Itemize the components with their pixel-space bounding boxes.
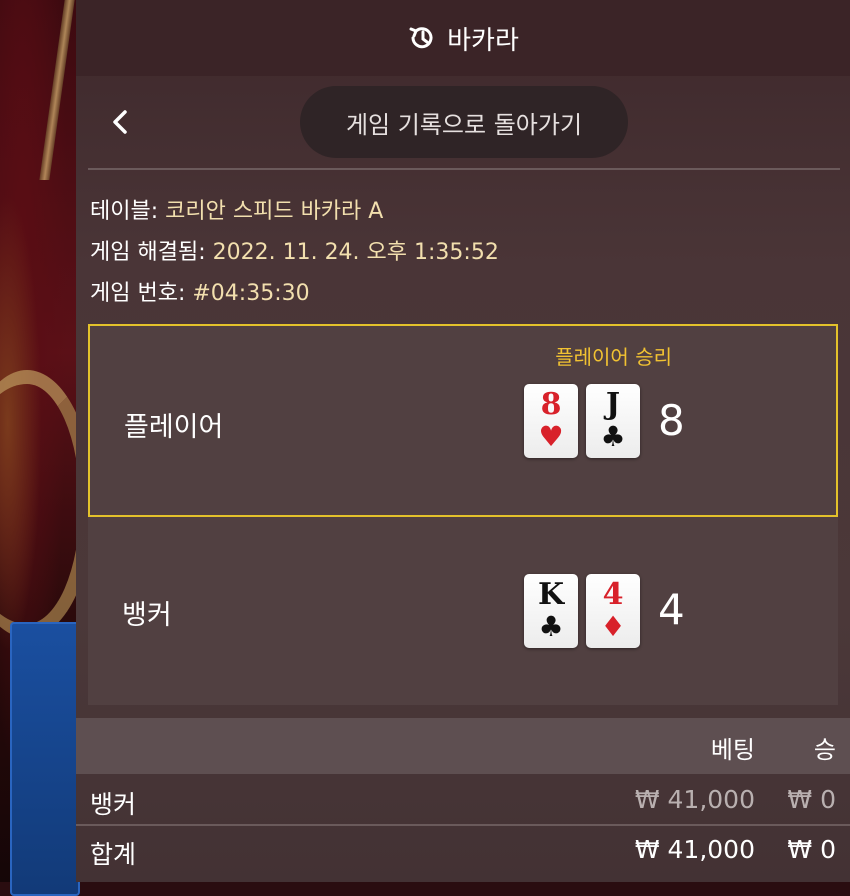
player-label: 플레이어	[124, 412, 224, 443]
chevron-left-icon[interactable]	[106, 108, 134, 136]
back-to-history-button[interactable]: 게임 기록으로 돌아가기	[300, 86, 628, 158]
resolved-label: 게임 해결됨:	[90, 240, 206, 265]
table-label: 테이블:	[90, 199, 159, 224]
player-card-2: J ♣	[586, 384, 640, 458]
bet-row-amount: ₩ 41,000	[634, 785, 755, 814]
game-number-info: 게임 번호: #04:35:30	[90, 275, 310, 307]
player-win-label: 플레이어 승리	[555, 345, 672, 369]
header-title-group: 바카라	[407, 20, 519, 57]
player-hand-box: 플레이어 승리 플레이어 8 ♥ J ♣ 8	[88, 324, 838, 517]
back-row: 게임 기록으로 돌아가기	[76, 76, 850, 170]
blue-panel-decoration	[10, 622, 80, 896]
casino-background	[0, 0, 94, 896]
game-number-value: #04:35:30	[192, 281, 310, 306]
banker-hand-box: 뱅커 K ♣ 4 ♦ 4	[88, 517, 838, 705]
player-score: 8	[658, 396, 685, 445]
divider	[88, 168, 840, 170]
resolved-info: 게임 해결됨: 2022. 11. 24. 오후 1:35:52	[90, 234, 499, 266]
game-history-panel: 바카라 게임 기록으로 돌아가기 테이블: 코리안 스피드 바카라 A 게임 해…	[76, 0, 850, 882]
bets-table-header: 베팅 승	[76, 718, 850, 774]
card-rank: J	[605, 387, 621, 422]
bet-column-header: 베팅	[710, 736, 755, 764]
resolved-value: 2022. 11. 24. 오후 1:35:52	[212, 240, 499, 265]
bet-row-label: 뱅커	[90, 790, 137, 819]
total-label: 합계	[90, 840, 137, 869]
club-icon: ♣	[538, 610, 564, 643]
table-value: 코리안 스피드 바카라 A	[165, 199, 384, 224]
table-rail	[39, 0, 75, 180]
win-column-header: 승	[813, 736, 836, 764]
table-row: 뱅커 ₩ 41,000 ₩ 0	[76, 776, 850, 826]
club-icon: ♣	[600, 420, 626, 453]
page-title: 바카라	[447, 25, 519, 56]
player-card-1: 8 ♥	[524, 384, 578, 458]
game-number-label: 게임 번호:	[90, 281, 186, 306]
diamond-icon: ♦	[600, 610, 626, 643]
total-win-amount: ₩ 0	[787, 835, 836, 864]
history-icon	[407, 23, 437, 53]
total-row: 합계 ₩ 41,000 ₩ 0	[76, 827, 850, 877]
bet-row-win: ₩ 0	[787, 785, 836, 814]
card-rank: 8	[540, 387, 562, 422]
banker-card-2: 4 ♦	[586, 574, 640, 648]
total-bet-amount: ₩ 41,000	[634, 835, 755, 864]
row-divider	[76, 824, 850, 826]
card-rank: 4	[602, 577, 624, 612]
banker-label: 뱅커	[122, 600, 172, 631]
card-rank: K	[537, 577, 565, 612]
banker-card-1: K ♣	[524, 574, 578, 648]
header-bar: 바카라	[76, 0, 850, 76]
heart-icon: ♥	[538, 420, 564, 453]
table-info: 테이블: 코리안 스피드 바카라 A	[90, 193, 383, 225]
banker-score: 4	[658, 585, 685, 634]
